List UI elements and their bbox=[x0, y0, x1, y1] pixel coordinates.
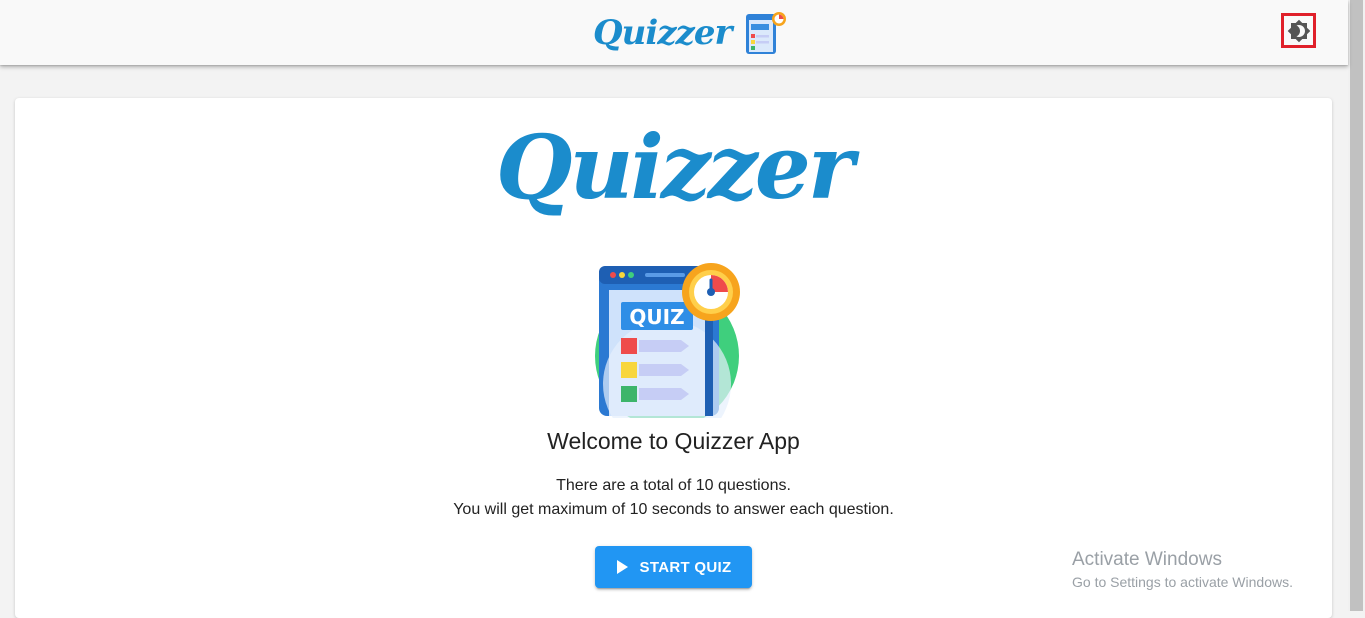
start-quiz-button[interactable]: START QUIZ bbox=[595, 546, 752, 588]
brand-title: Quizzer bbox=[593, 13, 732, 53]
play-icon bbox=[616, 560, 628, 574]
brightness-toggle-icon bbox=[1287, 19, 1310, 42]
theme-toggle-button[interactable] bbox=[1281, 13, 1316, 48]
app-bar: Quizzer bbox=[0, 0, 1348, 65]
scrollbar-thumb[interactable] bbox=[1350, 0, 1363, 611]
quiz-app-icon bbox=[746, 12, 787, 54]
hero-title: Quizzer bbox=[495, 115, 854, 219]
welcome-card: Quizzer QUIZ Welcome to Quizzer App Ther… bbox=[15, 98, 1332, 618]
start-quiz-label: START QUIZ bbox=[639, 558, 732, 576]
svg-text:QUIZ: QUIZ bbox=[629, 305, 684, 329]
quiz-info: There are a total of 10 questions. You w… bbox=[15, 474, 1332, 522]
brand: Quizzer bbox=[593, 9, 789, 57]
watermark-title: Activate Windows bbox=[1072, 549, 1222, 570]
info-line-questions: There are a total of 10 questions. bbox=[556, 477, 791, 494]
watermark-subtitle: Go to Settings to activate Windows. bbox=[1072, 574, 1293, 590]
welcome-heading: Welcome to Quizzer App bbox=[547, 428, 800, 454]
info-line-time: You will get maximum of 10 seconds to an… bbox=[453, 501, 894, 518]
activate-windows-watermark: Activate Windows Go to Settings to activ… bbox=[1072, 548, 1293, 592]
quiz-app-icon: QUIZ bbox=[595, 263, 740, 418]
